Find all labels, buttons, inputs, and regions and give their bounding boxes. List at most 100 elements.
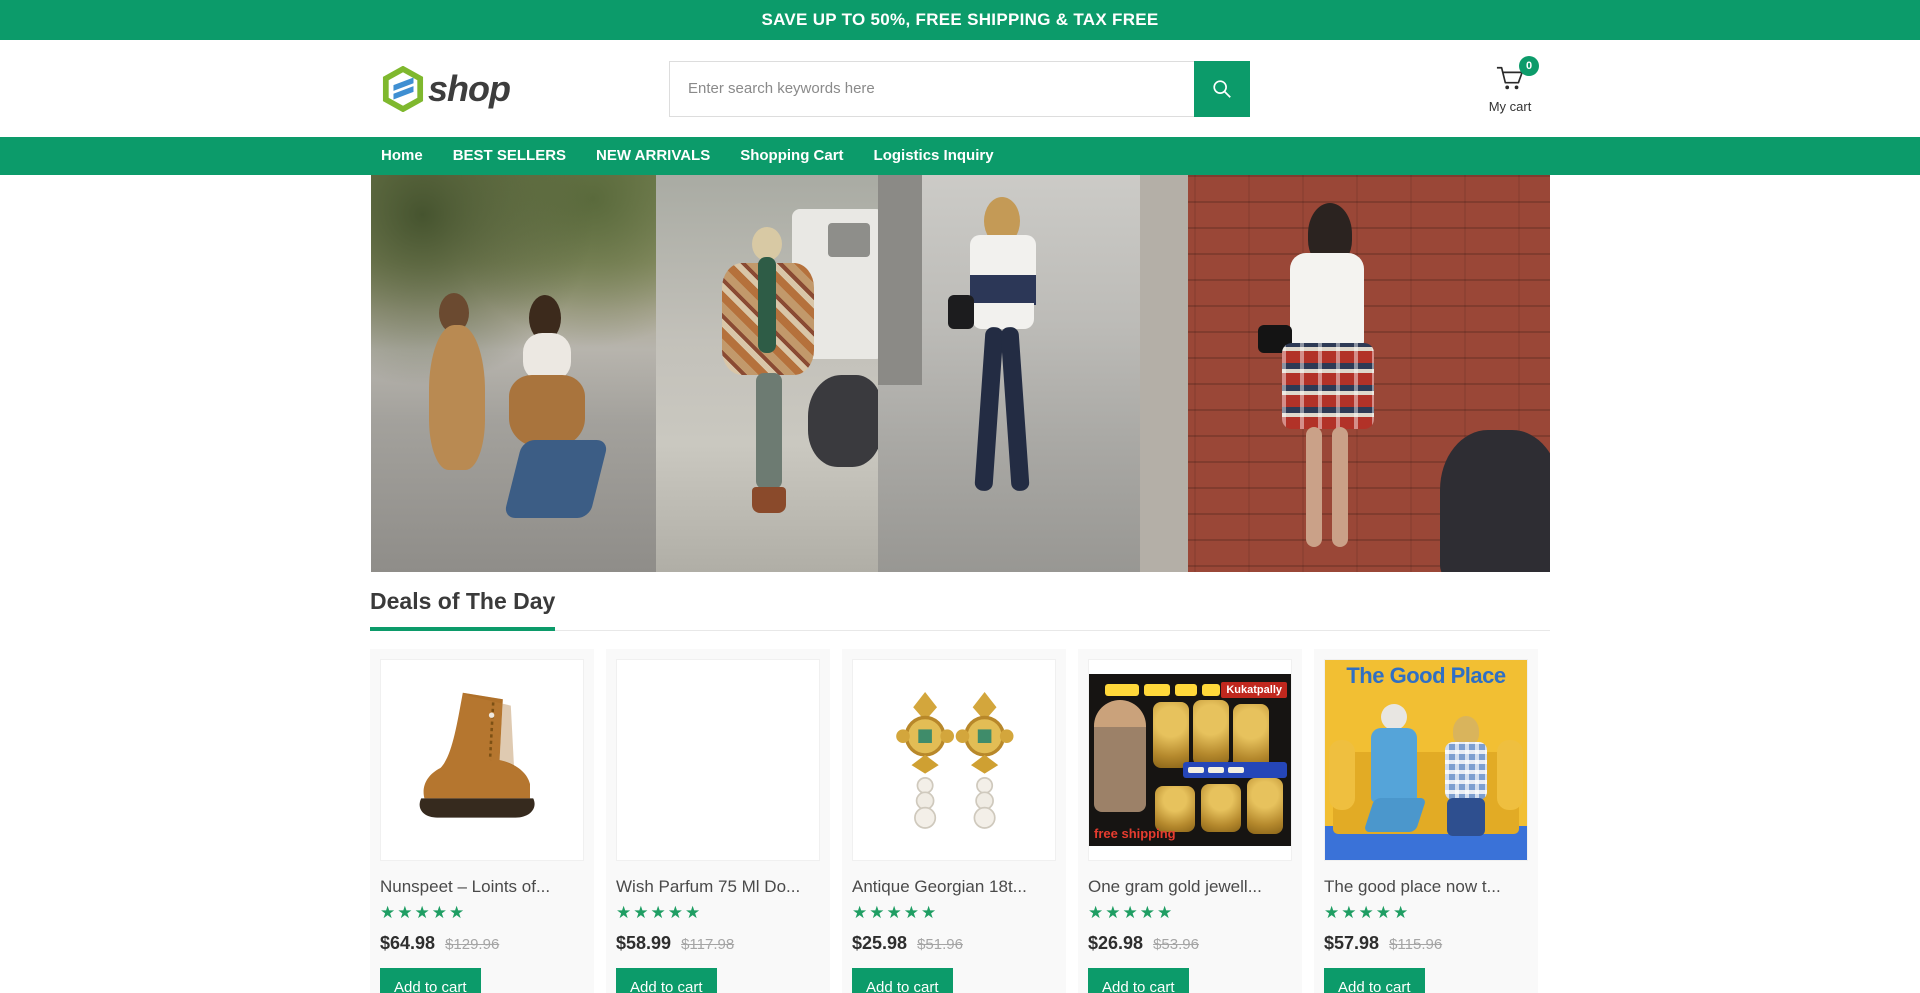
hero4-figure (1332, 427, 1348, 547)
poster-man (1363, 798, 1426, 832)
hero2-trash-bag (808, 375, 878, 467)
hero3-figure (974, 327, 1003, 492)
jewellery-thumbnail-art: Kukatpally free shipping (1089, 674, 1291, 846)
product-image-gold-pearl-earrings[interactable] (852, 659, 1056, 861)
cart-label: My cart (1478, 99, 1542, 114)
poster-couch (1333, 752, 1519, 834)
add-to-cart-button[interactable]: Add to cart (616, 968, 717, 993)
product-price: $58.99 (616, 933, 671, 954)
product-rating-stars: ★★★★★ (852, 903, 1056, 923)
product-old-price: $115.96 (1389, 936, 1442, 953)
deals-section: Deals of The Day Nunspeet – Loints of...… (370, 588, 1550, 993)
product-card: Nunspeet – Loints of... ★★★★★ $64.98 $12… (370, 649, 594, 993)
hero2-figure (758, 257, 776, 353)
hero4-stone-wall (1140, 175, 1188, 572)
search-input[interactable] (669, 61, 1194, 117)
logo-text: shop (428, 68, 510, 110)
hero-slide-plaid-cape-outfit[interactable] (656, 175, 878, 572)
cart-count-badge: 0 (1519, 56, 1539, 76)
eshop-logo-icon (382, 66, 424, 112)
product-title[interactable]: Wish Parfum 75 Ml Do... (616, 877, 820, 897)
gold-jewellery (1193, 700, 1229, 766)
nav-item-new-arrivals[interactable]: NEW ARRIVALS (585, 137, 721, 175)
search-button[interactable] (1194, 61, 1250, 117)
promo-banner-text: SAVE UP TO 50%, FREE SHIPPING & TAX FREE (761, 10, 1158, 30)
product-old-price: $53.96 (1153, 936, 1199, 953)
product-title[interactable]: The good place now t... (1324, 877, 1528, 897)
hero1-figure (523, 333, 571, 381)
product-title[interactable]: One gram gold jewell... (1088, 877, 1292, 897)
hero2-figure (752, 487, 786, 513)
product-rating-stars: ★★★★★ (616, 903, 820, 923)
product-title[interactable]: Nunspeet – Loints of... (380, 877, 584, 897)
gold-jewellery (1153, 702, 1189, 768)
hero4-foreground-object (1440, 430, 1550, 572)
product-card: Antique Georgian 18t... ★★★★★ $25.98 $51… (842, 649, 1066, 993)
nav-item-shopping-cart[interactable]: Shopping Cart (729, 137, 854, 175)
thumbnail-location-badge: Kukatpally (1221, 682, 1287, 698)
hero4-figure (1290, 253, 1364, 349)
product-grid: Nunspeet – Loints of... ★★★★★ $64.98 $12… (370, 649, 1550, 993)
gold-jewellery (1201, 784, 1241, 832)
hero-slide-white-tee-plaid-skirt[interactable] (1140, 175, 1550, 572)
product-rating-stars: ★★★★★ (1324, 903, 1528, 923)
hero2-van-window (828, 223, 870, 257)
add-to-cart-button[interactable]: Add to cart (1088, 968, 1189, 993)
product-image-good-place-poster[interactable]: The Good Place (1324, 659, 1528, 861)
product-old-price: $129.96 (445, 936, 499, 953)
hero4-figure (1306, 427, 1322, 547)
search-bar (669, 61, 1250, 117)
product-card: Kukatpally free shipping One gram gold j… (1078, 649, 1302, 993)
product-card: The Good Place The good place now t... ★… (1314, 649, 1538, 993)
product-rating-stars: ★★★★★ (380, 903, 584, 923)
nav-item-best-sellers[interactable]: BEST SELLERS (442, 137, 577, 175)
product-image-blank[interactable] (616, 659, 820, 861)
product-price: $25.98 (852, 933, 907, 954)
hero1-figure (509, 375, 585, 447)
hero4-figure (1282, 343, 1374, 429)
hero3-figure (1000, 327, 1029, 492)
product-rating-stars: ★★★★★ (1088, 903, 1292, 923)
hero-slide-navy-colorblock-outfit[interactable] (878, 175, 1140, 572)
shop-logo[interactable]: shop (382, 66, 510, 112)
thumbnail-presenter (1094, 700, 1146, 812)
search-icon (1211, 78, 1233, 100)
deals-section-title: Deals of The Day (370, 588, 555, 631)
poster-man (1371, 728, 1417, 802)
hero3-building (878, 175, 922, 385)
nav-item-home[interactable]: Home (370, 137, 434, 175)
hero2-figure (756, 373, 782, 489)
product-image-tan-ankle-boot[interactable] (380, 659, 584, 861)
add-to-cart-button[interactable]: Add to cart (1324, 968, 1425, 993)
product-price: $26.98 (1088, 933, 1143, 954)
main-nav: Home BEST SELLERS NEW ARRIVALS Shopping … (0, 137, 1920, 175)
gold-jewellery (1247, 778, 1283, 834)
poster-woman (1447, 798, 1485, 836)
hero3-figure (972, 303, 1034, 329)
product-image-jewellery-thumbnail[interactable]: Kukatpally free shipping (1088, 659, 1292, 861)
hero1-figure (503, 440, 608, 518)
ankle-boot-illustration (402, 675, 562, 845)
gold-jewellery (1233, 704, 1269, 770)
product-title[interactable]: Antique Georgian 18t... (852, 877, 1056, 897)
hero1-figure (429, 325, 485, 470)
hero3-figure (970, 235, 1036, 277)
product-price: $57.98 (1324, 933, 1379, 954)
my-cart[interactable]: 0 My cart (1478, 64, 1542, 114)
hero3-figure (970, 275, 1036, 305)
earrings-illustration (869, 680, 1039, 840)
add-to-cart-button[interactable]: Add to cart (380, 968, 481, 993)
add-to-cart-button[interactable]: Add to cart (852, 968, 953, 993)
hero-slide-street-style-two-women[interactable] (371, 175, 656, 572)
nav-item-logistics-inquiry[interactable]: Logistics Inquiry (863, 137, 1005, 175)
poster-title: The Good Place (1325, 663, 1527, 689)
hero3-figure (948, 295, 974, 329)
poster-woman (1445, 742, 1487, 800)
hero2-figure (752, 227, 782, 261)
poster-man (1381, 704, 1407, 730)
thumbnail-yellow-text-strip (1105, 684, 1220, 696)
hero-banner (371, 175, 1550, 572)
product-price: $64.98 (380, 933, 435, 954)
product-old-price: $51.96 (917, 936, 963, 953)
thumbnail-blue-text-strip (1183, 762, 1287, 778)
